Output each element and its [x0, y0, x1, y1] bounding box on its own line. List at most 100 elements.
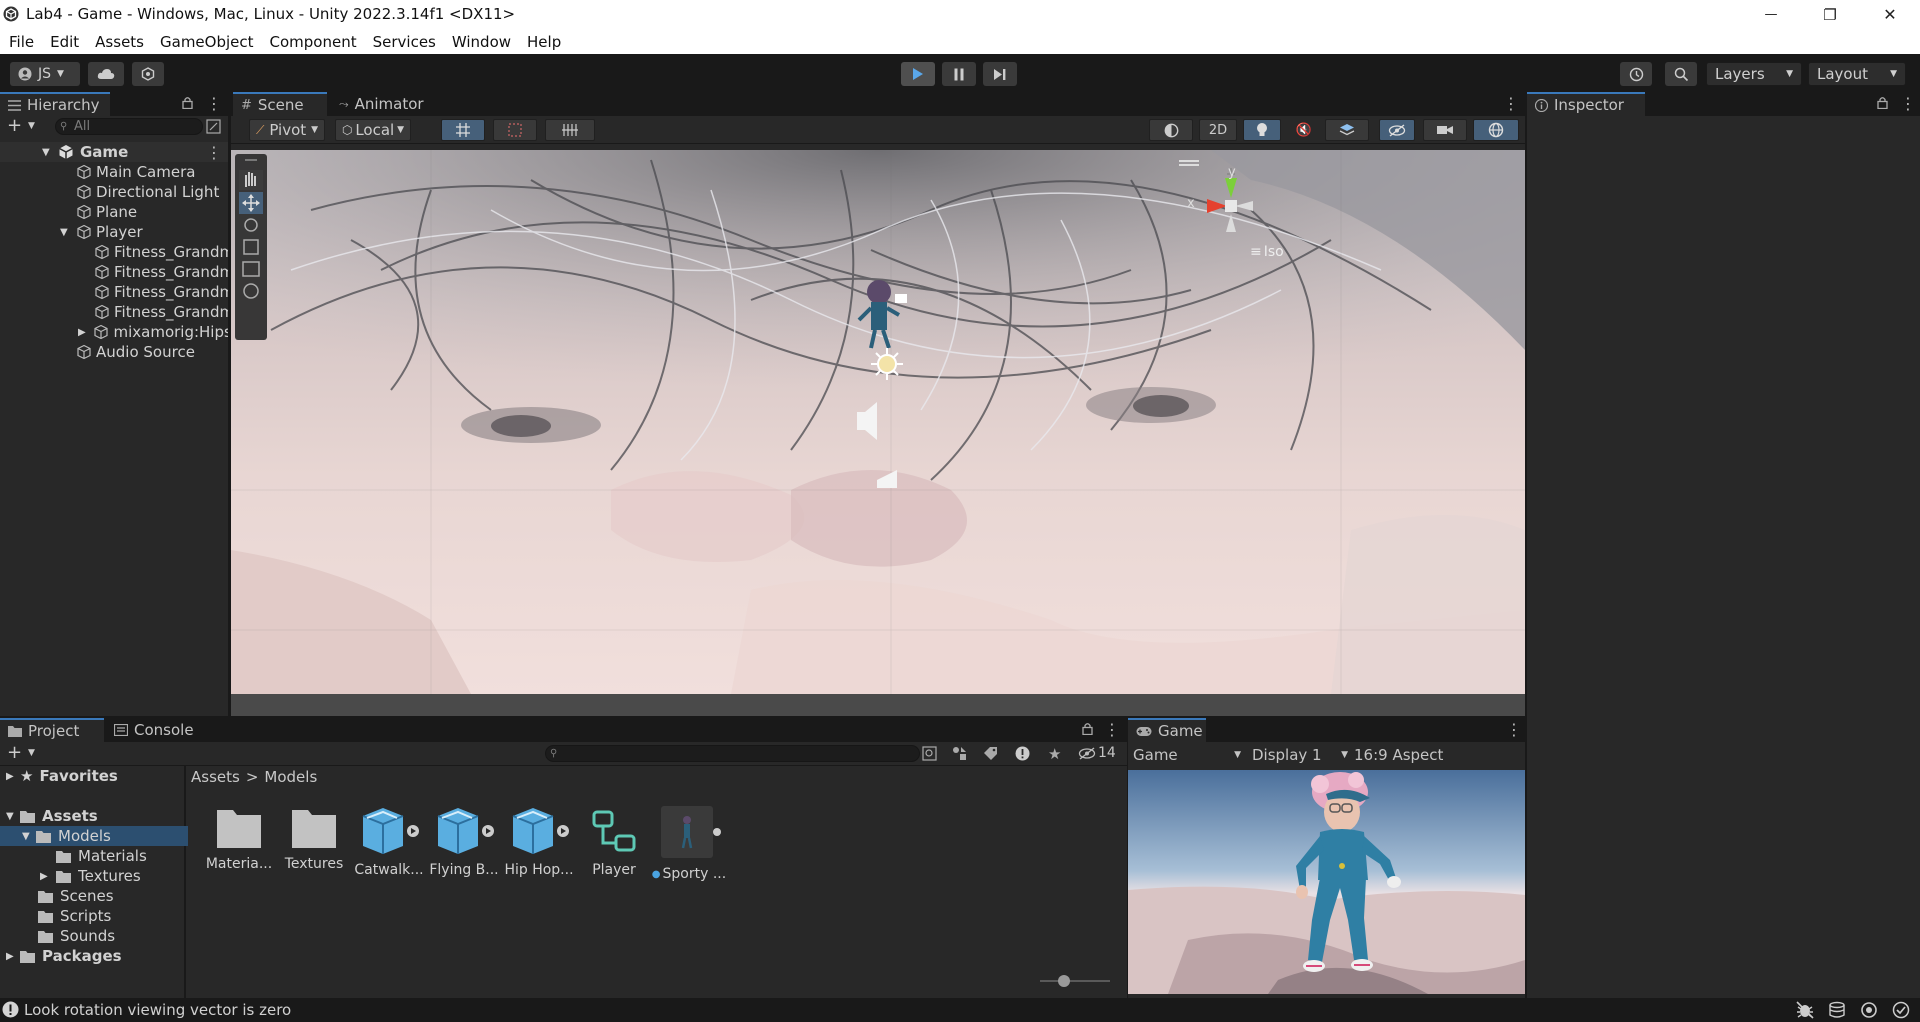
filter-type-icon[interactable] — [952, 746, 967, 761]
thumbnail-size-slider-handle[interactable] — [1058, 975, 1070, 987]
asset-flying-model[interactable]: Flying B... — [428, 806, 500, 896]
menu-window[interactable]: Window — [444, 33, 519, 51]
tab-hierarchy[interactable]: Hierarchy — [0, 92, 110, 116]
asset-hiphop-model[interactable]: Hip Hop... — [503, 806, 575, 896]
scene-filter-icon[interactable] — [206, 119, 221, 134]
add-icon[interactable]: + — [7, 117, 22, 135]
tab-scene[interactable]: # Scene — [233, 92, 327, 116]
status-message[interactable]: Look rotation viewing vector is zero — [24, 1001, 291, 1019]
gizmos-dropdown[interactable] — [1473, 119, 1519, 141]
account-dropdown[interactable]: JS ▼ — [10, 62, 80, 86]
thumbnail-size-slider[interactable] — [1040, 980, 1110, 982]
more-options-icon[interactable]: ⋮ — [206, 143, 222, 162]
asset-player-animator[interactable]: Player — [578, 806, 650, 896]
hierarchy-item-main-camera[interactable]: Main Camera — [0, 162, 228, 182]
menu-services[interactable]: Services — [365, 33, 444, 51]
more-options-icon[interactable]: ⋮ — [1104, 720, 1120, 739]
lock-icon[interactable] — [1082, 722, 1093, 735]
collapse-arrow-icon[interactable]: ▶ — [6, 771, 20, 782]
asset-materials-folder[interactable]: Materia... — [203, 806, 275, 896]
scene-visibility-toggle[interactable] — [1379, 119, 1415, 141]
more-options-icon[interactable]: ⋮ — [1900, 94, 1916, 113]
cloud-button[interactable] — [88, 62, 124, 86]
lighting-toggle[interactable] — [1243, 119, 1281, 141]
layout-dropdown[interactable]: Layout ▼ — [1808, 62, 1906, 86]
grid-snapping-button[interactable] — [441, 119, 485, 141]
display-dropdown[interactable]: Display 1 ▼ — [1252, 746, 1348, 764]
pause-button[interactable] — [942, 62, 976, 86]
shading-mode-dropdown[interactable] — [1149, 119, 1193, 141]
local-dropdown[interactable]: ⬡ Local ▼ — [335, 119, 411, 141]
more-options-icon[interactable]: ⋮ — [1506, 720, 1522, 739]
game-viewport[interactable] — [1128, 770, 1525, 994]
asset-sporty-prefab[interactable]: ● Sporty ... — [652, 806, 726, 896]
game-view-dropdown[interactable]: Game ▼ — [1133, 746, 1241, 764]
menu-component[interactable]: Component — [262, 33, 365, 51]
menu-file[interactable]: File — [0, 33, 42, 51]
hierarchy-item-fitness-grandma[interactable]: Fitness_Grandma — [0, 282, 228, 302]
lock-icon[interactable] — [182, 96, 193, 109]
pivot-dropdown[interactable]: ⟋ Pivot ▼ — [249, 119, 325, 141]
toggle-2d-button[interactable]: 2D — [1199, 119, 1237, 141]
menu-help[interactable]: Help — [519, 33, 569, 51]
menu-edit[interactable]: Edit — [42, 33, 87, 51]
hierarchy-item-mixamorig-hips[interactable]: ▶ mixamorig:Hips — [0, 322, 228, 342]
expand-arrow-icon[interactable]: ▼ — [60, 227, 76, 238]
projection-toggle[interactable]: ≡ Iso — [1250, 244, 1284, 260]
hidden-packages-toggle[interactable]: 14 — [1078, 745, 1116, 761]
expand-arrow-icon[interactable]: ▼ — [6, 811, 20, 822]
chevron-down-icon[interactable]: ▼ — [28, 121, 35, 131]
hierarchy-search-input[interactable]: ⚲ All — [55, 118, 203, 135]
close-button[interactable]: ✕ — [1860, 0, 1920, 29]
audio-toggle[interactable]: 🔇 — [1287, 119, 1321, 141]
project-search-input[interactable]: ⚲ — [545, 745, 920, 762]
collapse-arrow-icon[interactable]: ▶ — [40, 871, 56, 882]
increment-snap-button[interactable] — [493, 119, 537, 141]
minimize-button[interactable]: — — [1741, 0, 1801, 29]
tab-animator[interactable]: ⤳ Animator — [331, 92, 431, 116]
hierarchy-item-fitness-grandma[interactable]: Fitness_Grandma — [0, 262, 228, 282]
search-by-type-icon[interactable] — [922, 746, 937, 761]
add-icon[interactable]: + — [7, 744, 22, 762]
breadcrumb-models[interactable]: Models — [264, 768, 317, 786]
more-options-icon[interactable]: ⋮ — [1503, 94, 1519, 113]
cache-server-icon[interactable] — [1828, 1001, 1846, 1019]
menu-assets[interactable]: Assets — [87, 33, 152, 51]
scene-viewport[interactable]: y x ≡ Iso — [231, 150, 1525, 694]
grid-visibility-button[interactable] — [545, 119, 595, 141]
effects-dropdown[interactable] — [1325, 119, 1369, 141]
check-circle-icon[interactable] — [1892, 1001, 1910, 1019]
step-button[interactable] — [983, 62, 1017, 86]
expand-arrow-icon[interactable]: ▼ — [22, 831, 36, 842]
tab-inspector[interactable]: Inspector — [1527, 92, 1645, 116]
hierarchy-item-audio-source[interactable]: Audio Source — [0, 342, 228, 362]
asset-catwalk-model[interactable]: Catwalk... — [353, 806, 425, 896]
undo-history-button[interactable] — [1620, 62, 1652, 86]
menu-gameobject[interactable]: GameObject — [152, 33, 262, 51]
progress-spinner-icon[interactable] — [1860, 1001, 1878, 1019]
expand-arrow-icon[interactable]: ▼ — [42, 147, 58, 158]
aspect-dropdown[interactable]: 16:9 Aspect — [1354, 746, 1443, 764]
search-button[interactable] — [1665, 62, 1697, 86]
more-options-icon[interactable]: ⋮ — [206, 94, 222, 113]
camera-settings-dropdown[interactable] — [1423, 119, 1467, 141]
play-button[interactable] — [901, 62, 935, 86]
hierarchy-item-plane[interactable]: Plane — [0, 202, 228, 222]
hierarchy-item-directional-light[interactable]: Directional Light — [0, 182, 228, 202]
collapse-arrow-icon[interactable]: ▶ — [78, 327, 93, 338]
warning-icon[interactable] — [1015, 746, 1030, 761]
hierarchy-item-fitness-grandma[interactable]: Fitness_Grandma — [0, 302, 228, 322]
tab-console[interactable]: Console — [106, 718, 206, 742]
lock-icon[interactable] — [1877, 96, 1888, 109]
tab-project[interactable]: Project — [0, 718, 104, 742]
star-icon[interactable]: ★ — [1048, 745, 1061, 763]
asset-textures-folder[interactable]: Textures — [278, 806, 350, 896]
collab-button[interactable] — [132, 62, 164, 86]
hierarchy-item-fitness-grandma[interactable]: Fitness_Grandma — [0, 242, 228, 262]
maximize-button[interactable]: ❐ — [1800, 0, 1860, 29]
tab-game[interactable]: Game — [1128, 718, 1206, 742]
label-tag-icon[interactable] — [983, 746, 998, 761]
collapse-arrow-icon[interactable]: ▶ — [6, 951, 20, 962]
bug-icon[interactable] — [1796, 1001, 1814, 1019]
breadcrumb-assets[interactable]: Assets — [191, 768, 240, 786]
